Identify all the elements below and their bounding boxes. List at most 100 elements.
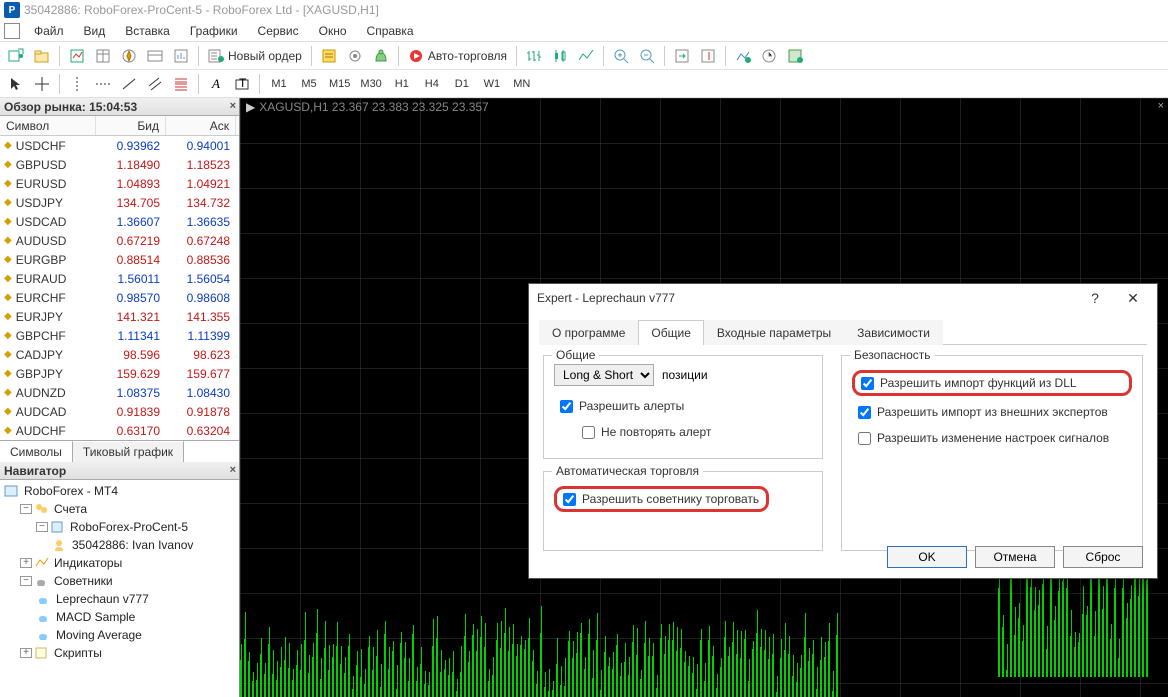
dialog-titlebar[interactable]: Expert - Leprechaun v777 ? ✕: [529, 284, 1157, 312]
no-repeat-alert-checkbox[interactable]: Не повторять алерт: [576, 422, 812, 442]
line-chart-button[interactable]: [574, 45, 598, 67]
auto-scroll-button[interactable]: [670, 45, 694, 67]
market-watch-row[interactable]: ◆GBPCHF1.113411.11399: [0, 326, 239, 345]
menu-view[interactable]: Вид: [74, 22, 116, 40]
market-watch-row[interactable]: ◆AUDCHF0.631700.63204: [0, 421, 239, 440]
periodicity-button[interactable]: [757, 45, 781, 67]
zoom-out-button[interactable]: [635, 45, 659, 67]
trendline-button[interactable]: [117, 73, 141, 95]
timeframe-w1[interactable]: W1: [478, 73, 506, 95]
market-watch-row[interactable]: ◆AUDNZD1.083751.08430: [0, 383, 239, 402]
allow-signal-settings-checkbox[interactable]: Разрешить изменение настроек сигналов: [852, 428, 1132, 448]
mw-col-bid[interactable]: Бид: [96, 116, 166, 135]
window-system-icon[interactable]: [4, 23, 20, 39]
nav-account[interactable]: 35042886: Ivan Ivanov: [4, 536, 235, 554]
menu-file[interactable]: Файл: [24, 22, 74, 40]
market-watch-row[interactable]: ◆EURUSD1.048931.04921: [0, 174, 239, 193]
tab-about[interactable]: О программе: [539, 320, 638, 345]
market-watch-row[interactable]: ◆CADJPY98.59698.623: [0, 345, 239, 364]
menu-tools[interactable]: Сервис: [248, 22, 309, 40]
market-watch-row[interactable]: ◆USDJPY134.705134.732: [0, 193, 239, 212]
market-watch-row[interactable]: ◆GBPUSD1.184901.18523: [0, 155, 239, 174]
zoom-in-button[interactable]: [609, 45, 633, 67]
menu-charts[interactable]: Графики: [180, 22, 248, 40]
market-watch-row[interactable]: ◆EURGBP0.885140.88536: [0, 250, 239, 269]
dialog-help-icon[interactable]: ?: [1079, 290, 1111, 307]
expand-icon[interactable]: +: [20, 648, 32, 658]
nav-ea-macd[interactable]: MACD Sample: [4, 608, 235, 626]
autotrading-button[interactable]: Авто-торговля: [404, 45, 511, 67]
nav-ea-leprechaun[interactable]: Leprechaun v777: [4, 590, 235, 608]
tab-tick-chart[interactable]: Тиковый график: [73, 441, 184, 462]
menu-window[interactable]: Окно: [309, 22, 357, 40]
collapse-icon[interactable]: −: [20, 504, 32, 514]
market-watch-row[interactable]: ◆AUDUSD0.672190.67248: [0, 231, 239, 250]
market-watch-button[interactable]: [65, 45, 89, 67]
expert-advisors-button[interactable]: [369, 45, 393, 67]
profiles-button[interactable]: [30, 45, 54, 67]
metaeditor-button[interactable]: [317, 45, 341, 67]
nav-accounts[interactable]: −Счета: [4, 500, 235, 518]
collapse-icon[interactable]: −: [20, 576, 32, 586]
expand-icon[interactable]: +: [20, 558, 32, 568]
timeframe-mn[interactable]: MN: [508, 73, 536, 95]
timeframe-m1[interactable]: M1: [265, 73, 293, 95]
channel-button[interactable]: [143, 73, 167, 95]
candlestick-button[interactable]: [548, 45, 572, 67]
market-watch-close-icon[interactable]: ×: [230, 100, 236, 112]
fibonacci-button[interactable]: [169, 73, 193, 95]
cancel-button[interactable]: Отмена: [975, 546, 1055, 568]
nav-root[interactable]: RoboForex - MT4: [4, 482, 235, 500]
crosshair-button[interactable]: [30, 73, 54, 95]
timeframe-m15[interactable]: M15: [325, 73, 354, 95]
templates-button[interactable]: [783, 45, 807, 67]
cursor-button[interactable]: [4, 73, 28, 95]
strategy-tester-button[interactable]: [169, 45, 193, 67]
allow-ea-trading-checkbox[interactable]: Разрешить советнику торговать: [554, 486, 769, 512]
market-watch-row[interactable]: ◆GBPJPY159.629159.677: [0, 364, 239, 383]
chart-close-icon[interactable]: ×: [1158, 100, 1164, 112]
allow-dll-import-checkbox[interactable]: Разрешить импорт функций из DLL: [852, 370, 1132, 396]
terminal-button[interactable]: [143, 45, 167, 67]
menu-help[interactable]: Справка: [357, 22, 424, 40]
text-button[interactable]: A: [204, 73, 228, 95]
indicators-list-button[interactable]: [731, 45, 755, 67]
tab-inputs[interactable]: Входные параметры: [704, 320, 844, 345]
timeframe-m5[interactable]: M5: [295, 73, 323, 95]
tab-symbols[interactable]: Символы: [0, 441, 73, 462]
navigator-close-icon[interactable]: ×: [230, 464, 236, 476]
timeframe-m30[interactable]: M30: [356, 73, 385, 95]
new-chart-button[interactable]: [4, 45, 28, 67]
nav-scripts[interactable]: +Скрипты: [4, 644, 235, 662]
text-label-button[interactable]: T: [230, 73, 254, 95]
nav-ea-ma[interactable]: Moving Average: [4, 626, 235, 644]
market-watch-row[interactable]: ◆EURAUD1.560111.56054: [0, 269, 239, 288]
options-button[interactable]: [343, 45, 367, 67]
nav-server[interactable]: −RoboForex-ProCent-5: [4, 518, 235, 536]
reset-button[interactable]: Сброс: [1063, 546, 1143, 568]
mw-col-symbol[interactable]: Символ: [0, 116, 96, 135]
ok-button[interactable]: OK: [887, 546, 967, 568]
timeframe-d1[interactable]: D1: [448, 73, 476, 95]
nav-experts[interactable]: −Советники: [4, 572, 235, 590]
market-watch-row[interactable]: ◆USDCAD1.366071.36635: [0, 212, 239, 231]
horizontal-line-button[interactable]: [91, 73, 115, 95]
timeframe-h1[interactable]: H1: [388, 73, 416, 95]
navigator-button[interactable]: [117, 45, 141, 67]
mw-col-ask[interactable]: Аск: [166, 116, 236, 135]
tab-common[interactable]: Общие: [638, 320, 703, 345]
allow-alerts-checkbox[interactable]: Разрешить алерты: [554, 396, 812, 416]
allow-external-experts-checkbox[interactable]: Разрешить импорт из внешних экспертов: [852, 402, 1132, 422]
new-order-button[interactable]: Новый ордер: [204, 45, 306, 67]
market-watch-row[interactable]: ◆EURJPY141.321141.355: [0, 307, 239, 326]
collapse-icon[interactable]: −: [36, 522, 48, 532]
market-watch-row[interactable]: ◆USDCHF0.939620.94001: [0, 136, 239, 155]
menu-insert[interactable]: Вставка: [115, 22, 180, 40]
bar-chart-button[interactable]: [522, 45, 546, 67]
timeframe-h4[interactable]: H4: [418, 73, 446, 95]
vertical-line-button[interactable]: [65, 73, 89, 95]
market-watch-row[interactable]: ◆EURCHF0.985700.98608: [0, 288, 239, 307]
data-window-button[interactable]: [91, 45, 115, 67]
tab-dependencies[interactable]: Зависимости: [844, 320, 943, 345]
positions-select[interactable]: Long & Short: [554, 364, 654, 386]
